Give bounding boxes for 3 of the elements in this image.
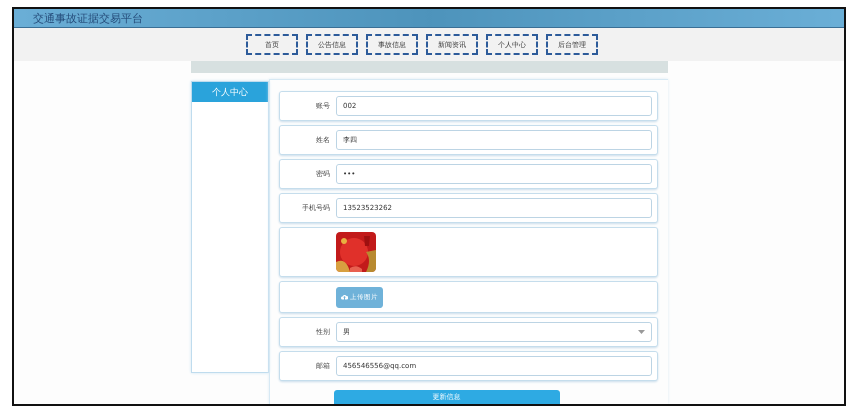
site-title: 交通事故证据交易平台: [33, 10, 143, 26]
cloud-upload-icon: [341, 294, 348, 300]
caret-icon: [638, 330, 645, 334]
